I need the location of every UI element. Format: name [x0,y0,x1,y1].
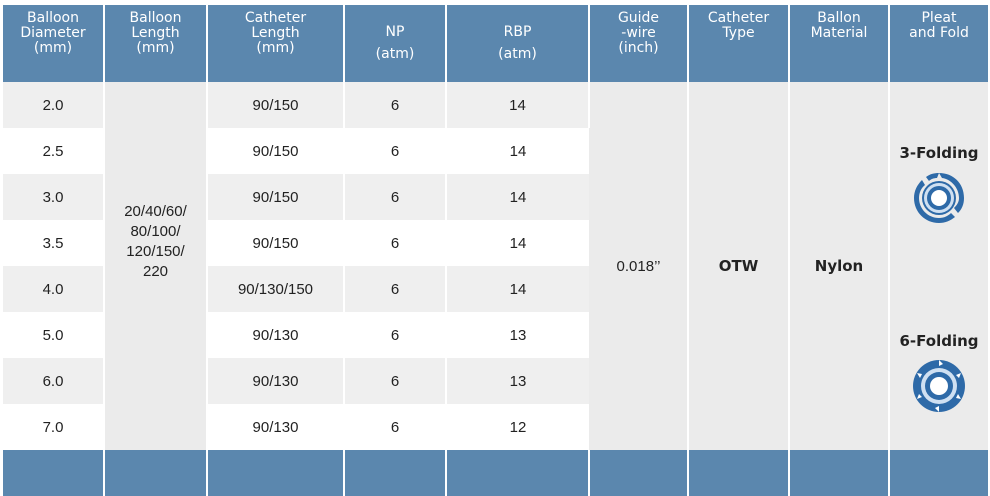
cell-pleat-and-fold: 3-Folding 6-Folding [889,82,988,450]
cell-catheter-type: OTW [688,82,790,450]
cell-np: 6 [344,220,447,266]
cell-rbp: 14 [446,174,589,220]
cell-np: 6 [344,266,447,312]
cell-rbp: 12 [446,404,589,450]
header-pleat-and-fold: Pleat and Fold [889,5,988,82]
table-row: 2.0 20/40/60/ 80/100/ 120/150/ 220 90/15… [3,82,988,450]
cell-diameter: 7.0 [3,404,105,450]
cell-catheter-length: 90/130 [207,312,345,358]
six-fold-balloon-cross-section-icon [913,360,965,412]
header-balloon-diameter: Balloon Diameter (mm) [3,5,105,82]
cell-np: 6 [344,174,447,220]
cell-catheter-length: 90/150 [207,82,345,128]
cell-balloon-length: 20/40/60/ 80/100/ 120/150/ 220 [104,82,208,450]
cell-np: 6 [344,358,447,404]
cell-guidewire: 0.018’’ [589,82,689,450]
cell-np: 6 [344,404,447,450]
cell-np: 6 [344,82,447,128]
cell-np: 6 [344,312,447,358]
cell-diameter: 5.0 [3,312,105,358]
cell-np: 6 [344,128,447,174]
cell-rbp: 14 [446,266,589,312]
header-balloon-length: Balloon Length (mm) [104,5,208,82]
header-catheter-length: Catheter Length (mm) [207,5,345,82]
balloon-spec-table: Balloon Diameter (mm) Balloon Length (mm… [3,5,988,496]
cell-catheter-length: 90/150 [207,174,345,220]
six-fold-block: 6-Folding [890,332,988,416]
header-catheter-type: Catheter Type [688,5,790,82]
header-rbp: RBP (atm) [446,5,590,82]
six-fold-label: 6-Folding [899,332,979,350]
cell-catheter-length: 90/150 [207,128,345,174]
three-fold-block: 3-Folding [890,144,988,228]
cell-diameter: 3.0 [3,174,105,220]
cell-catheter-length: 90/130/150 [207,266,345,312]
cell-rbp: 13 [446,358,589,404]
cell-catheter-length: 90/130 [207,404,345,450]
header-row: Balloon Diameter (mm) Balloon Length (mm… [3,5,988,82]
cell-diameter: 4.0 [3,266,105,312]
cell-rbp: 14 [446,220,589,266]
cell-rbp: 13 [446,312,589,358]
cell-rbp: 14 [446,82,590,128]
cell-diameter: 2.0 [3,82,105,128]
cell-catheter-length: 90/150 [207,220,345,266]
cell-catheter-length: 90/130 [207,358,345,404]
three-fold-balloon-cross-section-icon [914,173,964,223]
cell-balloon-material: Nylon [789,82,890,450]
cell-diameter: 3.5 [3,220,105,266]
header-guidewire: Guide -wire (inch) [589,5,689,82]
table-footer-bar [3,450,988,496]
cell-rbp: 14 [446,128,589,174]
header-np: NP (atm) [344,5,447,82]
cell-diameter: 2.5 [3,128,105,174]
header-balloon-material: Ballon Material [789,5,890,82]
three-fold-label: 3-Folding [899,144,979,162]
cell-diameter: 6.0 [3,358,105,404]
